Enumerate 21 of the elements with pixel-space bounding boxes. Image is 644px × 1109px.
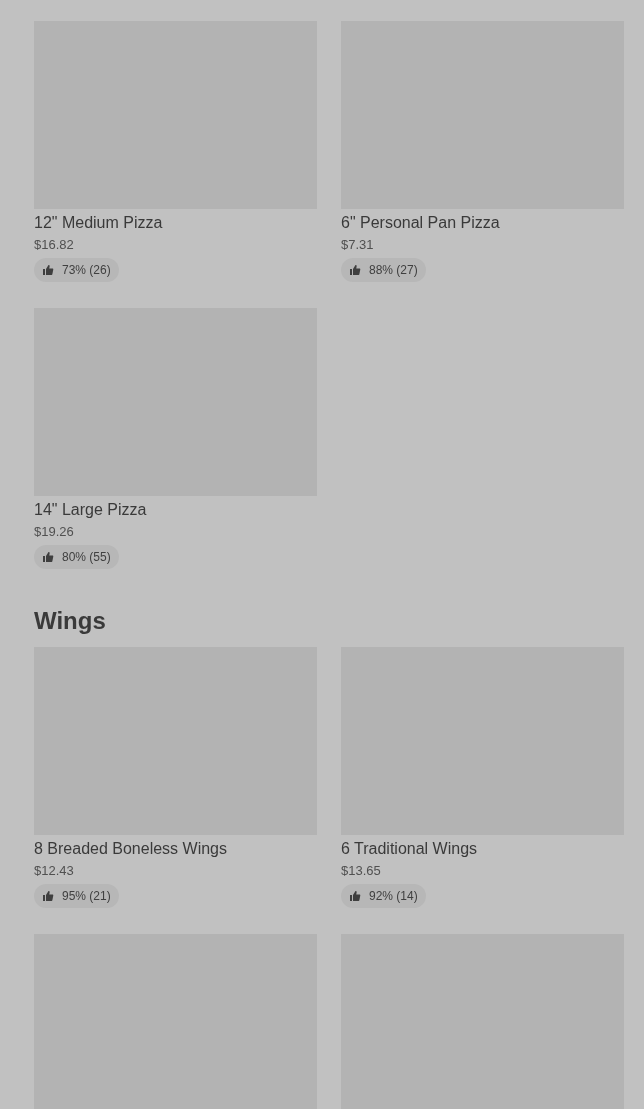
rating-text: 80% (55) xyxy=(62,549,111,566)
item-price: $12.43 xyxy=(34,862,75,880)
item-price: $19.26 xyxy=(34,523,75,541)
item-name: 12" Medium Pizza xyxy=(34,213,164,233)
section-heading: Wings xyxy=(34,607,107,635)
thumbs-up-icon xyxy=(42,264,54,276)
rating-text: 88% (27) xyxy=(369,262,418,279)
thumbs-up-icon xyxy=(42,890,54,902)
item-price: $13.65 xyxy=(341,862,382,880)
item-name: 6 Traditional Wings xyxy=(341,839,479,859)
item-price: $7.31 xyxy=(341,236,375,254)
thumbs-up-icon xyxy=(349,264,361,276)
rating-text: 73% (26) xyxy=(62,262,111,279)
item-name: 14" Large Pizza xyxy=(34,500,148,520)
item-price: $16.82 xyxy=(34,236,75,254)
rating-text: 92% (14) xyxy=(369,888,418,905)
thumbs-up-icon xyxy=(42,551,54,563)
item-name: 6" Personal Pan Pizza xyxy=(341,213,501,233)
thumbs-up-icon xyxy=(349,890,361,902)
item-name: 8 Breaded Boneless Wings xyxy=(34,839,228,859)
rating-text: 95% (21) xyxy=(62,888,111,905)
